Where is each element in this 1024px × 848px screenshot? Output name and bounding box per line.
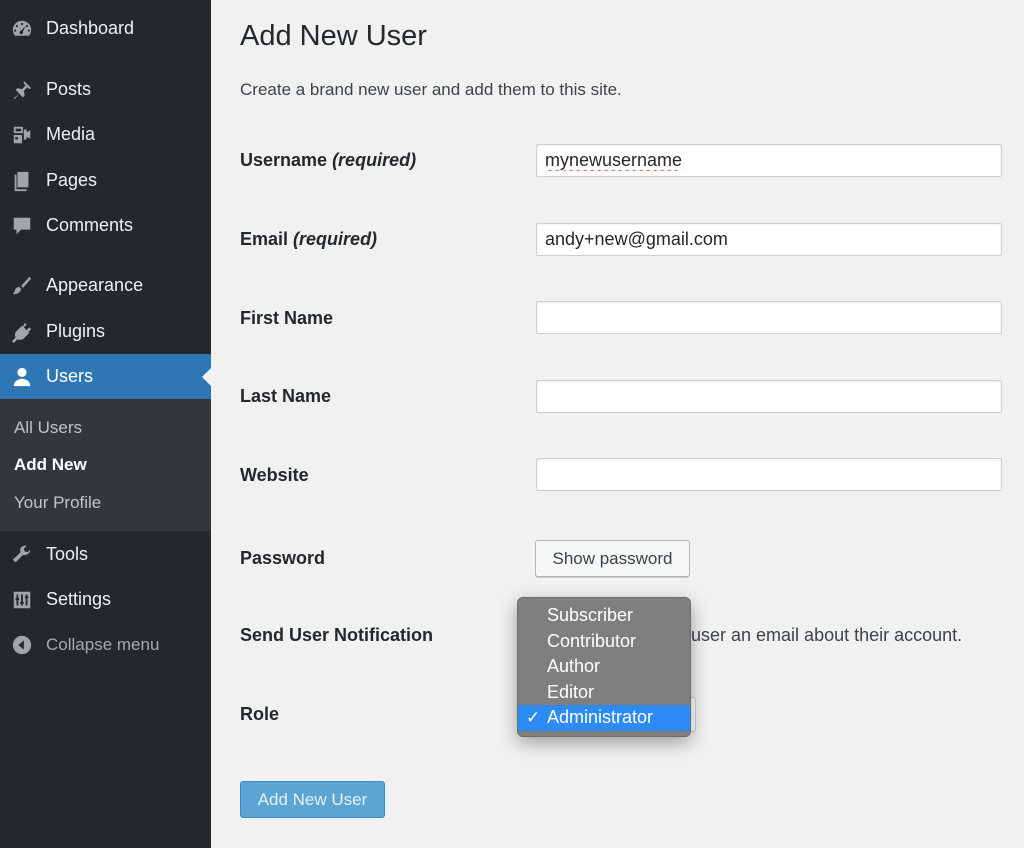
email-label: Email (required): [240, 229, 378, 249]
sidebar-item-label: Comments: [46, 215, 134, 235]
sidebar-item-pages[interactable]: Pages: [0, 158, 211, 203]
sidebar-item-label: Appearance: [46, 275, 144, 295]
role-label: Role: [240, 704, 280, 724]
website-input[interactable]: [536, 458, 1002, 491]
required-marker: (required): [293, 229, 378, 249]
role-dropdown-menu: Subscriber Contributor Author Editor ✓ A…: [517, 597, 691, 737]
password-label: Password: [240, 548, 326, 568]
comment-icon: [10, 214, 34, 238]
page-title: Add New User: [240, 20, 427, 52]
sidebar-item-comments[interactable]: Comments: [0, 203, 211, 248]
sidebar-item-label: Users: [46, 366, 94, 386]
role-option-author[interactable]: Author: [518, 654, 690, 680]
submenu-item-add-new[interactable]: Add New: [14, 455, 87, 475]
show-password-button[interactable]: Show password: [535, 540, 690, 577]
sliders-icon: [10, 588, 34, 612]
notification-description: user an email about their account.: [691, 625, 963, 645]
sidebar-item-posts[interactable]: Posts: [0, 67, 211, 112]
brush-icon: [10, 274, 34, 298]
sidebar-item-label: Tools: [46, 544, 89, 564]
submenu-item-all-users[interactable]: All Users: [14, 418, 82, 438]
sidebar-item-label: Pages: [46, 170, 98, 190]
sidebar-item-label: Posts: [46, 79, 92, 99]
collapse-menu-label: Collapse menu: [46, 634, 160, 654]
user-icon: [10, 365, 34, 389]
wrench-icon: [10, 543, 34, 567]
sidebar-item-label: Settings: [46, 589, 112, 609]
collapse-menu-button[interactable]: Collapse menu: [0, 622, 211, 667]
sidebar-item-settings[interactable]: Settings: [0, 577, 211, 622]
pages-icon: [10, 169, 34, 193]
last-name-input[interactable]: [536, 380, 1002, 413]
page-description: Create a brand new user and add them to …: [240, 80, 622, 99]
checkmark-icon: ✓: [526, 708, 541, 727]
sidebar-item-label: Plugins: [46, 321, 106, 341]
sidebar-item-tools[interactable]: Tools: [0, 532, 211, 577]
sidebar-item-dashboard[interactable]: Dashboard: [0, 6, 211, 51]
submenu-item-your-profile[interactable]: Your Profile: [14, 493, 101, 513]
email-input[interactable]: [536, 223, 1002, 256]
role-option-administrator[interactable]: ✓ Administrator: [518, 705, 690, 731]
dashboard-icon: [10, 17, 34, 41]
role-option-subscriber[interactable]: Subscriber: [518, 603, 690, 629]
last-name-label: Last Name: [240, 386, 332, 406]
sidebar-item-label: Media: [46, 124, 96, 144]
pin-icon: [10, 78, 34, 102]
username-input[interactable]: [536, 144, 1002, 177]
role-option-editor[interactable]: Editor: [518, 680, 690, 706]
role-option-contributor[interactable]: Contributor: [518, 629, 690, 655]
media-icon: [10, 123, 34, 147]
website-label: Website: [240, 465, 309, 485]
add-new-user-button[interactable]: Add New User: [240, 781, 385, 818]
plug-icon: [10, 320, 34, 344]
sidebar-item-media[interactable]: Media: [0, 112, 211, 157]
sidebar-item-label: Dashboard: [46, 18, 135, 38]
required-marker: (required): [332, 150, 417, 170]
sidebar-item-users[interactable]: Users: [0, 354, 211, 399]
first-name-label: First Name: [240, 308, 334, 328]
username-label: Username (required): [240, 150, 417, 170]
admin-sidebar: Dashboard Posts Media Pages Comments App…: [0, 0, 211, 848]
send-notification-label: Send User Notification: [240, 625, 434, 645]
first-name-input[interactable]: [536, 301, 1002, 334]
main-content: Add New User Create a brand new user and…: [211, 0, 1024, 848]
sidebar-item-appearance[interactable]: Appearance: [0, 263, 211, 308]
role-option-label: Administrator: [547, 707, 654, 727]
users-submenu: All Users Add New Your Profile: [0, 399, 211, 531]
sidebar-item-plugins[interactable]: Plugins: [0, 309, 211, 354]
collapse-arrow-icon: [10, 633, 34, 657]
